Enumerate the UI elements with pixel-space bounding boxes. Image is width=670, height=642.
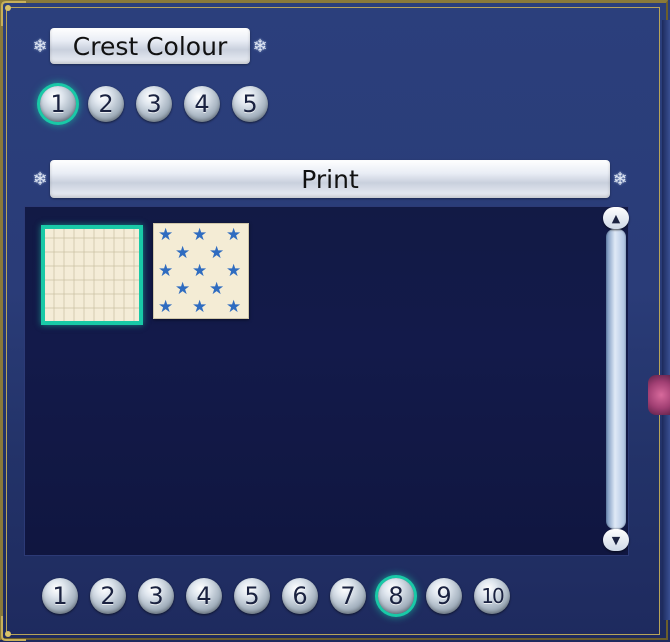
page-button-7[interactable]: 7 — [330, 578, 366, 614]
star-icon: ★ — [158, 297, 174, 317]
star-icon: ★ — [226, 297, 242, 317]
crest-colour-option-5[interactable]: 5 — [232, 86, 268, 122]
scroll-down-arrow-icon[interactable]: ▼ — [603, 529, 629, 551]
star-icon: ★ — [226, 225, 242, 245]
star-icon: ★ — [209, 279, 225, 299]
star-icon: ★ — [192, 297, 208, 317]
banner-ornament-icon: ❄ — [32, 35, 48, 57]
page-button-8[interactable]: 8 — [378, 578, 414, 614]
print-page-selector: 1 2 3 4 5 6 7 8 9 10 — [42, 578, 522, 614]
print-title: Print — [50, 160, 610, 198]
banner-ornament-icon: ❄ — [32, 168, 48, 190]
page-button-3[interactable]: 3 — [138, 578, 174, 614]
star-icon: ★ — [175, 243, 191, 263]
scroll-track[interactable] — [606, 229, 626, 529]
banner-ornament-icon: ❄ — [612, 168, 628, 190]
crest-colour-option-4[interactable]: 4 — [184, 86, 220, 122]
corner-ornament-icon — [1, 1, 26, 26]
right-edge-strip — [662, 20, 670, 620]
print-swatch-panel: ★ ★ ★ ★ ★ ★ ★ ★ ★ ★ ★ ★ ★ — [24, 206, 629, 556]
crest-colour-option-1[interactable]: 1 — [40, 86, 76, 122]
star-icon: ★ — [158, 225, 174, 245]
page-button-1[interactable]: 1 — [42, 578, 78, 614]
crest-colour-option-3[interactable]: 3 — [136, 86, 172, 122]
star-icon: ★ — [192, 261, 208, 281]
print-header: ❄ Print ❄ — [30, 160, 630, 198]
page-button-5[interactable]: 5 — [234, 578, 270, 614]
crest-colour-header: ❄ Crest Colour ❄ — [30, 28, 270, 64]
print-swatch-blue-stars[interactable]: ★ ★ ★ ★ ★ ★ ★ ★ ★ ★ ★ ★ ★ — [153, 223, 249, 319]
star-icon: ★ — [175, 279, 191, 299]
crest-colour-selector: 1 2 3 4 5 — [40, 86, 280, 122]
banner-ornament-icon: ❄ — [252, 35, 268, 57]
print-scrollbar[interactable]: ▲ ▼ — [603, 207, 629, 552]
crest-colour-option-2[interactable]: 2 — [88, 86, 124, 122]
star-icon: ★ — [226, 261, 242, 281]
page-button-9[interactable]: 9 — [426, 578, 462, 614]
print-swatch-cream-texture[interactable] — [41, 225, 143, 325]
page-button-6[interactable]: 6 — [282, 578, 318, 614]
page-button-4[interactable]: 4 — [186, 578, 222, 614]
star-icon: ★ — [209, 243, 225, 263]
star-icon: ★ — [192, 225, 208, 245]
star-icon: ★ — [158, 261, 174, 281]
background-decoration — [648, 375, 670, 415]
corner-ornament-icon — [1, 616, 26, 641]
crest-colour-title: Crest Colour — [50, 28, 250, 64]
scroll-up-arrow-icon[interactable]: ▲ — [603, 207, 629, 229]
page-button-10[interactable]: 10 — [474, 578, 510, 614]
page-button-2[interactable]: 2 — [90, 578, 126, 614]
